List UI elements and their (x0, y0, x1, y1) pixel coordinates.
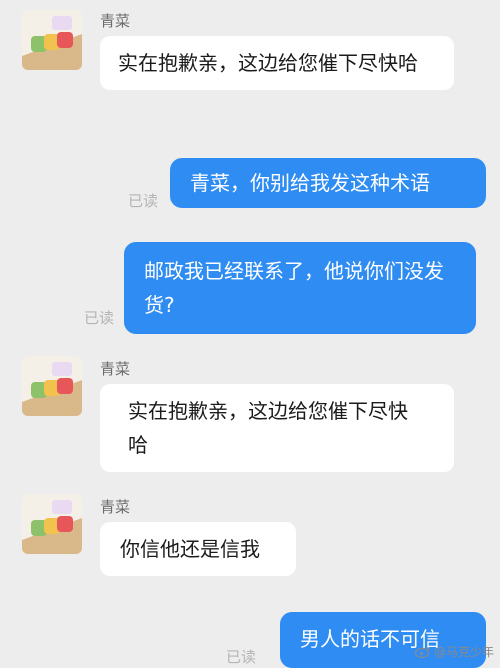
sender-name: 青菜 (100, 498, 131, 516)
weibo-icon (414, 645, 431, 659)
sender-name: 青菜 (100, 12, 131, 30)
sender-name: 青菜 (100, 360, 131, 378)
contact-avatar[interactable] (22, 356, 82, 416)
read-status: 已读 (128, 192, 159, 210)
message-bubble-incoming[interactable]: 你信他还是信我 (100, 522, 296, 576)
message-bubble-incoming[interactable]: 实在抱歉亲，这边给您催下尽快哈 (100, 36, 454, 90)
watermark-text: @马克少年 (433, 645, 494, 659)
contact-avatar[interactable] (22, 10, 82, 70)
message-bubble-outgoing[interactable]: 青菜，你别给我发这种术语 (170, 158, 486, 208)
weibo-watermark: @马克少年 (414, 643, 494, 660)
message-bubble-incoming[interactable]: 实在抱歉亲，这边给您催下尽快哈 (100, 384, 454, 472)
read-status: 已读 (84, 309, 115, 327)
contact-avatar[interactable] (22, 494, 82, 554)
message-bubble-outgoing[interactable]: 邮政我已经联系了，他说你们没发货? (124, 242, 476, 334)
